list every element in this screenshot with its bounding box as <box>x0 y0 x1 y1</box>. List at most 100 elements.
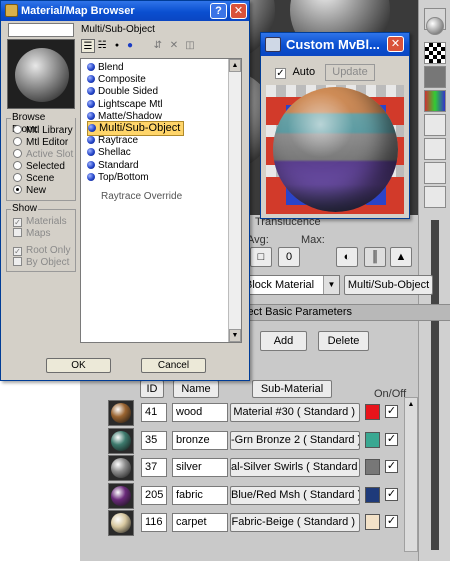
mv-title-bar[interactable]: Custom MvBl... ✕ <box>261 33 409 56</box>
sub-material-button[interactable]: al-Silver Swirls ( Standard ) <box>230 458 360 478</box>
material-sample-icon[interactable] <box>108 482 134 509</box>
material-sample-icon[interactable] <box>108 510 134 537</box>
radio-button[interactable] <box>13 161 22 170</box>
sub-material-button[interactable]: -Grn Bronze 2 ( Standard ) <box>230 430 360 450</box>
cancel-button[interactable]: Cancel <box>141 358 206 373</box>
id-field[interactable]: 116 <box>141 513 167 533</box>
name-field[interactable]: fabric <box>172 485 228 505</box>
panel-scrollbar[interactable] <box>431 220 439 550</box>
list-item[interactable]: Lightscape Mtl <box>87 99 162 111</box>
material-type-list[interactable]: Blend Composite Double Sided Lightscape Mtl… <box>80 58 242 343</box>
on-off-checkbox[interactable]: ✓ <box>385 405 398 418</box>
list-item[interactable]: Top/Bottom <box>87 172 149 184</box>
rollout-header[interactable]: ject Basic Parameters <box>240 304 450 321</box>
checkbox[interactable] <box>13 257 22 266</box>
color-swatch[interactable] <box>365 431 380 448</box>
clear-library-icon[interactable]: ◫ <box>183 39 197 53</box>
show-map-icon[interactable]: ◐ <box>336 247 358 267</box>
color-swatch[interactable] <box>365 459 380 476</box>
checkbox[interactable] <box>13 228 22 237</box>
radio-button[interactable] <box>13 125 22 134</box>
show-option[interactable]: ✓ Materials <box>13 216 67 228</box>
id-field[interactable]: 37 <box>141 458 167 478</box>
show-option[interactable]: By Object <box>13 257 69 269</box>
color-swatch[interactable] <box>365 514 380 531</box>
view-small-icons-icon[interactable]: ● <box>110 39 124 53</box>
browse-from-option[interactable]: Active Slot <box>13 149 73 161</box>
view-large-icons-icon[interactable]: ● <box>123 39 137 53</box>
put-to-library-icon[interactable]: □ <box>250 247 272 267</box>
video-color-check-icon[interactable] <box>424 114 446 136</box>
sub-material-button[interactable]: Material #30 ( Standard ) <box>230 403 360 422</box>
delete-from-library-icon[interactable]: ✕ <box>167 39 181 53</box>
list-item[interactable]: Blend <box>87 62 124 74</box>
on-off-checkbox[interactable]: ✓ <box>385 432 398 446</box>
view-list-icons-icon[interactable]: ☵ <box>95 39 109 53</box>
column-header-sub-material[interactable]: Sub-Material <box>252 380 332 398</box>
material-sample-icon[interactable] <box>108 400 134 426</box>
update-button[interactable]: Update <box>325 64 375 81</box>
name-field[interactable]: wood <box>172 403 228 422</box>
material-effects-channel-icon[interactable]: 0 <box>278 247 300 267</box>
show-option[interactable]: ✓ Root Only <box>13 245 70 257</box>
on-off-checkbox[interactable]: ✓ <box>385 515 398 529</box>
list-item[interactable]: Composite <box>87 74 146 86</box>
preview-name-field[interactable] <box>8 23 74 37</box>
material-type-button[interactable]: Multi/Sub-Object <box>344 275 433 295</box>
column-header-id[interactable]: ID <box>140 380 164 398</box>
column-header-name[interactable]: Name <box>173 380 219 398</box>
browse-from-option[interactable]: Scene <box>13 173 54 185</box>
update-scene-materials-icon[interactable]: ⇵ <box>151 39 165 53</box>
sub-material-button[interactable]: Fabric-Beige ( Standard ) <box>230 513 360 533</box>
radio-button[interactable] <box>13 137 22 146</box>
list-item[interactable]: Standard <box>87 160 139 172</box>
on-off-checkbox[interactable]: ✓ <box>385 460 398 474</box>
material-sample-icon[interactable] <box>108 427 134 454</box>
checkbox[interactable]: ✓ <box>13 218 22 227</box>
id-field[interactable]: 205 <box>141 485 167 505</box>
background-checker-icon[interactable] <box>424 42 446 64</box>
backlight-icon[interactable] <box>424 66 446 88</box>
id-field[interactable]: 35 <box>141 430 167 450</box>
auto-checkbox-row[interactable]: ✓ Auto <box>275 66 315 79</box>
select-by-material-icon[interactable] <box>424 186 446 208</box>
view-list-icon[interactable]: ☰ <box>81 39 95 53</box>
delete-button[interactable]: Delete <box>318 331 369 351</box>
show-option[interactable]: Maps <box>13 228 50 240</box>
options-icon[interactable] <box>424 162 446 184</box>
sphere-icon[interactable] <box>426 17 444 35</box>
id-field[interactable]: 41 <box>141 403 167 422</box>
sub-material-button[interactable]: Blue/Red Msh ( Standard ) <box>230 485 360 505</box>
list-item[interactable]: Shellac <box>87 147 131 159</box>
mv-close-button[interactable]: ✕ <box>387 36 404 52</box>
browse-from-option[interactable]: Selected <box>13 161 65 173</box>
browse-from-option[interactable]: Mtl Editor <box>13 137 68 149</box>
browse-from-option[interactable]: New <box>13 185 46 197</box>
color-swatch[interactable] <box>365 486 380 503</box>
list-item[interactable]: Raytrace <box>87 135 138 147</box>
name-field[interactable]: silver <box>172 458 228 478</box>
sample-uv-icon[interactable] <box>424 90 446 112</box>
browse-from-option[interactable]: Mtl Library <box>13 125 73 137</box>
browser-title-bar[interactable]: Material/Map Browser ? ✕ <box>1 1 249 21</box>
name-field[interactable]: carpet <box>172 513 228 533</box>
go-to-parent-icon[interactable]: ▲ <box>390 247 412 267</box>
chevron-down-icon[interactable]: ▼ <box>323 276 339 294</box>
scroll-down-icon[interactable]: ▼ <box>229 329 241 342</box>
material-sample-icon[interactable] <box>108 455 134 482</box>
auto-checkbox[interactable]: ✓ <box>275 68 286 79</box>
help-button[interactable]: ? <box>210 3 227 19</box>
checkbox[interactable]: ✓ <box>13 247 22 256</box>
material-name-field[interactable]: Block Material ▼ <box>240 275 340 295</box>
list-item[interactable]: Double Sided <box>87 86 158 98</box>
list-item[interactable]: Multi/Sub-Object <box>87 121 185 136</box>
list-scrollbar[interactable]: ▲ ▼ <box>228 59 241 342</box>
color-swatch[interactable] <box>365 404 380 420</box>
on-off-checkbox[interactable]: ✓ <box>385 487 398 501</box>
add-button[interactable]: Add <box>260 331 307 351</box>
make-preview-icon[interactable] <box>424 138 446 160</box>
radio-button[interactable] <box>13 173 22 182</box>
ok-button[interactable]: OK <box>46 358 111 373</box>
close-button[interactable]: ✕ <box>230 3 247 19</box>
show-end-result-icon[interactable]: ║ <box>364 247 386 267</box>
